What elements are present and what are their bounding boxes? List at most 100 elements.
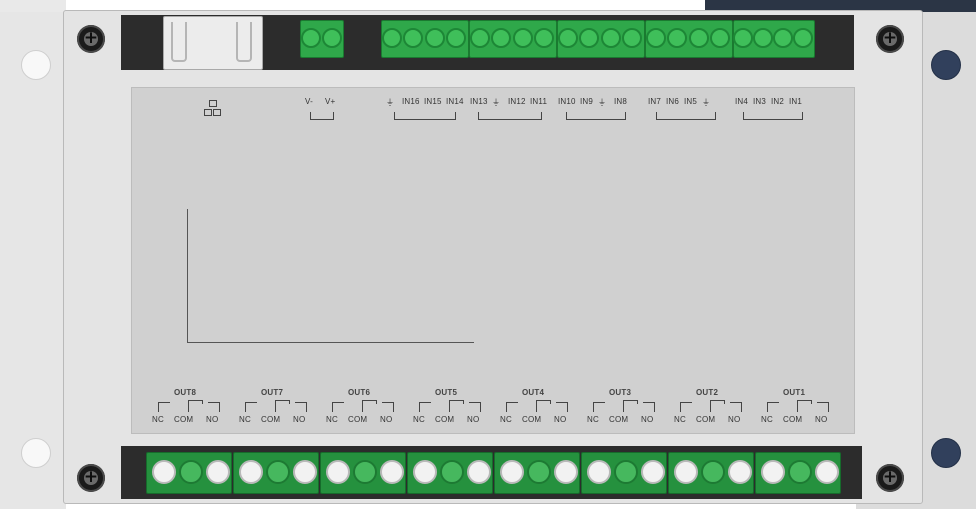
terminal-screw-bottom[interactable] [701, 460, 725, 484]
output-terminal-no: NO [467, 415, 480, 424]
input-label: IN2 [771, 97, 785, 106]
input-group-bracket [656, 112, 716, 120]
terminal-screw-top[interactable] [300, 28, 321, 48]
ethernet-latch-right [236, 22, 252, 62]
input-group-bracket [394, 112, 456, 120]
relay-contact-icon [158, 400, 220, 412]
relay-contact-icon [680, 400, 742, 412]
terminal-screw-top[interactable] [753, 28, 773, 48]
output-name: OUT8 [174, 388, 197, 397]
power-label-vplus: V+ [325, 97, 336, 106]
input-group-bracket [566, 112, 626, 120]
terminal-screw-top[interactable] [600, 28, 621, 48]
terminal-screw-bottom[interactable] [728, 460, 752, 484]
terminal-screw-top[interactable] [424, 28, 445, 48]
ground-icon: ⏚ [386, 98, 395, 107]
output-terminal-no: NO [380, 415, 393, 424]
output-terminal-nc: NC [761, 415, 773, 424]
terminal-screw-bottom[interactable] [206, 460, 230, 484]
output-terminal-no: NO [554, 415, 567, 424]
screw-icon [77, 464, 105, 492]
output-terminal-com: COM [783, 415, 803, 424]
input-label: IN11 [530, 97, 548, 106]
relay-contact-icon [593, 400, 655, 412]
terminal-screw-bottom[interactable] [641, 460, 665, 484]
terminal-screw-bottom[interactable] [467, 460, 491, 484]
relay-contact-icon [332, 400, 394, 412]
output-terminal-nc: NC [413, 415, 425, 424]
terminal-screw-bottom[interactable] [761, 460, 785, 484]
output-terminal-com: COM [348, 415, 368, 424]
network-icon [204, 100, 222, 116]
output-terminal-no: NO [206, 415, 219, 424]
terminal-screw-top[interactable] [645, 28, 666, 48]
terminal-screw-top[interactable] [321, 28, 342, 48]
terminal-screw-top[interactable] [557, 28, 578, 48]
output-terminal-com: COM [435, 415, 455, 424]
relay-contact-icon [506, 400, 568, 412]
terminal-screw-bottom[interactable] [527, 460, 551, 484]
output-terminal-com: COM [609, 415, 629, 424]
terminal-screw-bottom[interactable] [152, 460, 176, 484]
input-group-bracket [478, 112, 542, 120]
output-terminal-nc: NC [674, 415, 686, 424]
input-label: IN5 [684, 97, 698, 106]
terminal-screw-top[interactable] [469, 28, 490, 48]
input-label: IN3 [753, 97, 767, 106]
input-label: IN9 [580, 97, 594, 106]
input-group-bracket [743, 112, 803, 120]
terminal-screw-bottom[interactable] [266, 460, 290, 484]
input-label: IN15 [424, 97, 442, 106]
terminal-screw-top[interactable] [793, 28, 813, 48]
input-label: IN7 [648, 97, 662, 106]
output-name: OUT6 [348, 388, 371, 397]
terminal-screw-bottom[interactable] [674, 460, 698, 484]
terminal-screw-bottom[interactable] [326, 460, 350, 484]
terminal-screw-bottom[interactable] [413, 460, 437, 484]
mount-hole-top-left [21, 50, 51, 80]
output-terminal-nc: NC [239, 415, 251, 424]
screw-icon [77, 25, 105, 53]
ground-icon: ⏚ [492, 98, 501, 107]
output-terminal-com: COM [261, 415, 281, 424]
terminal-screw-bottom[interactable] [788, 460, 812, 484]
label-panel [131, 87, 855, 434]
terminal-screw-bottom[interactable] [815, 460, 839, 484]
relay-contact-icon [245, 400, 307, 412]
output-terminal-com: COM [522, 415, 542, 424]
terminal-screw-bottom[interactable] [440, 460, 464, 484]
output-terminal-com: COM [696, 415, 716, 424]
input-label: IN13 [470, 97, 488, 106]
output-name: OUT2 [696, 388, 719, 397]
terminal-screw-top[interactable] [733, 28, 753, 48]
terminal-screw-bottom[interactable] [380, 460, 404, 484]
output-terminal-nc: NC [326, 415, 338, 424]
output-name: OUT4 [522, 388, 545, 397]
terminal-screw-bottom[interactable] [293, 460, 317, 484]
input-label: IN8 [614, 97, 628, 106]
output-terminal-nc: NC [587, 415, 599, 424]
input-label: IN4 [735, 97, 749, 106]
terminal-screw-top[interactable] [773, 28, 793, 48]
terminal-screw-bottom[interactable] [554, 460, 578, 484]
output-terminal-nc: NC [500, 415, 512, 424]
output-terminal-no: NO [815, 415, 828, 424]
relay-contact-icon [767, 400, 829, 412]
ground-icon: ⏚ [702, 98, 711, 107]
terminal-screw-bottom[interactable] [179, 460, 203, 484]
screw-icon [876, 464, 904, 492]
output-name: OUT3 [609, 388, 632, 397]
terminal-screw-bottom[interactable] [239, 460, 263, 484]
terminal-screw-bottom[interactable] [353, 460, 377, 484]
terminal-screw-bottom[interactable] [587, 460, 611, 484]
terminal-screw-top[interactable] [512, 28, 533, 48]
input-label: IN10 [558, 97, 576, 106]
terminal-screw-top[interactable] [381, 28, 402, 48]
power-label-vminus: V- [305, 97, 313, 106]
relay-contact-icon [419, 400, 481, 412]
output-name: OUT1 [783, 388, 806, 397]
terminal-screw-top[interactable] [688, 28, 709, 48]
ethernet-latch-left [171, 22, 187, 62]
terminal-screw-bottom[interactable] [500, 460, 524, 484]
terminal-screw-bottom[interactable] [614, 460, 638, 484]
